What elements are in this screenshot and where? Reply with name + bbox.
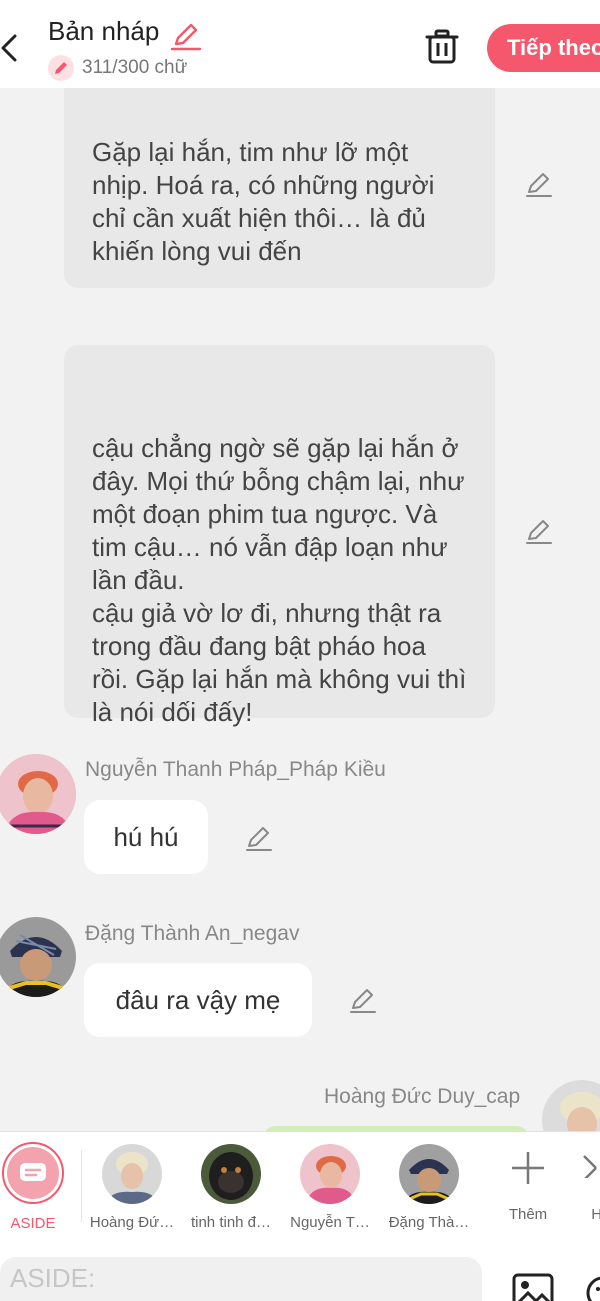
- composer: [0, 1243, 600, 1301]
- character-item-aside[interactable]: ASIDE: [0, 1132, 70, 1243]
- character-label: ASIDE: [10, 1215, 56, 1232]
- narration-text: Gặp lại hắn, tim như lỡ một nhịp. Hoá ra…: [92, 137, 435, 266]
- add-character-label: Thêm: [508, 1206, 548, 1223]
- top-bar: Bản nháp 311/300 chữ Tiếp theo: [0, 0, 600, 88]
- character-item[interactable]: Hoàng Đứ…: [88, 1132, 176, 1243]
- back-arrow-icon[interactable]: [0, 28, 24, 68]
- character-picker: ASIDE Hoàng Đứ… tinh tinh đ… Nguyễn T… Đ…: [0, 1131, 600, 1243]
- character-avatar: [102, 1144, 162, 1204]
- character-avatar: [300, 1144, 360, 1204]
- narration-bubble[interactable]: cậu chẳng ngờ sẽ gặp lại hắn ở đây. Mọi …: [64, 345, 495, 727]
- next-button[interactable]: Tiếp theo: [487, 24, 600, 72]
- pencil-badge-icon: [48, 55, 74, 81]
- edit-pencil-icon[interactable]: [525, 518, 553, 546]
- character-label: Nguyễn T…: [290, 1214, 370, 1231]
- plus-icon: [510, 1150, 546, 1191]
- rename-pencil-icon[interactable]: [170, 20, 202, 52]
- divider: [81, 1150, 82, 1222]
- narration-text: cậu chẳng ngờ sẽ gặp lại hắn ở đây. Mọi …: [92, 433, 467, 727]
- sender-name: Nguyễn Thanh Pháp_Pháp Kiều: [85, 758, 386, 781]
- avatar[interactable]: [0, 917, 76, 997]
- character-avatar: [201, 1144, 261, 1204]
- emoji-icon[interactable]: [585, 1275, 600, 1301]
- avatar[interactable]: [0, 754, 76, 834]
- character-item[interactable]: tinh tinh đ…: [186, 1132, 276, 1243]
- aside-selected-ring: [2, 1142, 64, 1204]
- chat-text: đâu ra vậy mẹ: [115, 984, 281, 1015]
- sender-name: Hoàng Đức Duy_cap: [324, 1085, 521, 1108]
- image-icon[interactable]: [512, 1273, 554, 1301]
- edit-pencil-icon[interactable]: [245, 825, 273, 853]
- character-item[interactable]: Nguyễn T…: [286, 1132, 374, 1243]
- chevron-icon: [582, 1154, 600, 1183]
- add-character-button[interactable]: Thêm: [492, 1132, 564, 1243]
- edit-pencil-icon[interactable]: [349, 987, 377, 1015]
- sender-name: Đặng Thành An_negav: [85, 922, 300, 945]
- narration-bubble[interactable]: Gặp lại hắn, tim như lỡ một nhịp. Hoá ra…: [64, 60, 495, 288]
- character-label: Hoàng Đứ…: [89, 1214, 175, 1231]
- direction-button[interactable]: Hướng: [582, 1132, 600, 1243]
- word-count-text: 311/300 chữ: [82, 57, 188, 78]
- chat-bubble[interactable]: đâu ra vậy mẹ: [84, 963, 312, 1037]
- aside-icon: [7, 1147, 59, 1199]
- character-label: tinh tinh đ…: [190, 1214, 272, 1231]
- chat-text: hú hú: [113, 821, 179, 852]
- message-input[interactable]: [0, 1257, 482, 1301]
- trash-icon[interactable]: [424, 28, 460, 66]
- character-label: Đặng Thà…: [388, 1214, 470, 1231]
- direction-label: Hướng: [585, 1206, 600, 1223]
- edit-pencil-icon[interactable]: [525, 171, 553, 199]
- character-item[interactable]: Đặng Thà…: [384, 1132, 474, 1243]
- chat-bubble[interactable]: hú hú: [84, 800, 208, 874]
- page-title: Bản nháp: [48, 16, 160, 46]
- character-avatar: [399, 1144, 459, 1204]
- word-count: 311/300 chữ: [48, 55, 187, 81]
